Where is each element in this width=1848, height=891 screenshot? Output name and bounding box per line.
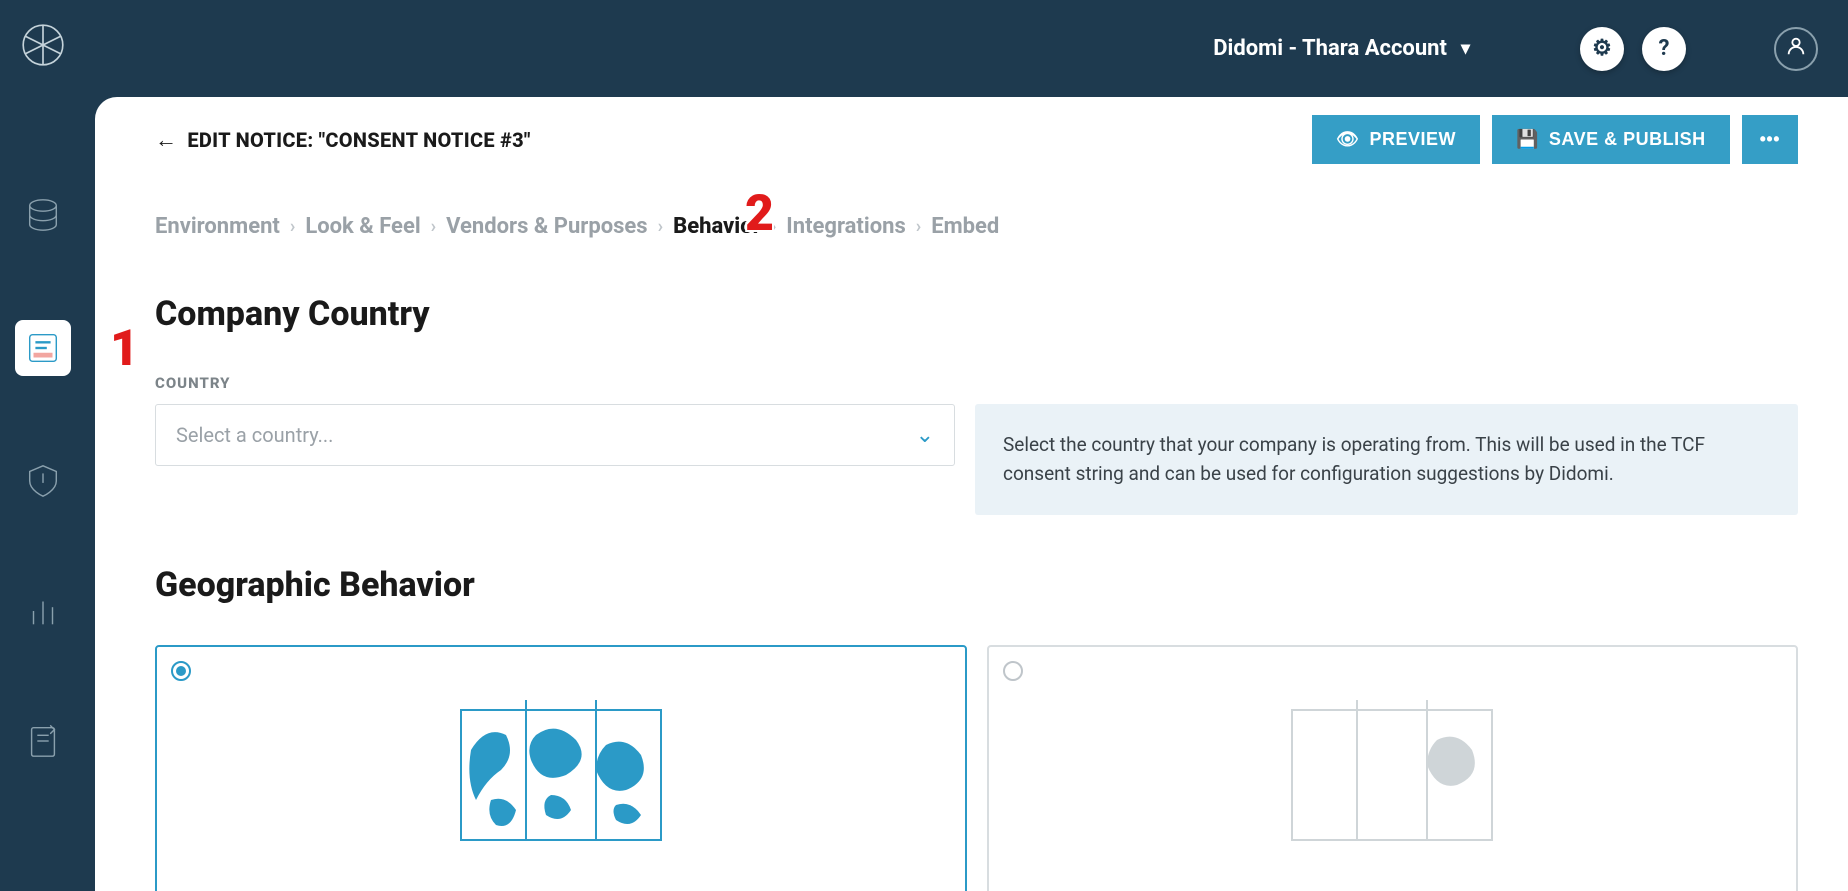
region-map-icon — [1282, 690, 1502, 850]
world-map-icon — [451, 690, 671, 850]
preview-label: PREVIEW — [1369, 129, 1456, 150]
profile-button[interactable] — [1774, 27, 1818, 71]
breadcrumbs: Environment › Look & Feel › Vendors & Pu… — [155, 214, 1798, 239]
crumb-embed[interactable]: Embed — [931, 214, 999, 239]
help-icon: ? — [1659, 36, 1670, 61]
chevron-right-icon: › — [916, 216, 921, 237]
country-row: Select a country... ⌄ Select the country… — [155, 404, 1798, 515]
country-help-text: Select the country that your company is … — [1003, 433, 1705, 485]
more-button[interactable]: ••• — [1742, 115, 1798, 164]
settings-button[interactable]: ⚙ — [1580, 27, 1624, 71]
geo-behavior-options — [155, 645, 1798, 891]
crumb-behavior[interactable]: Behavior — [673, 214, 761, 239]
geo-option-regional[interactable] — [987, 645, 1799, 891]
crumb-environment[interactable]: Environment — [155, 214, 280, 239]
main-panel: ← EDIT NOTICE: "CONSENT NOTICE #3" 👁 PRE… — [95, 97, 1848, 891]
topbar-icons: ⚙ ? — [1580, 27, 1818, 71]
sidebar-item-privacy[interactable] — [18, 456, 68, 506]
country-placeholder: Select a country... — [176, 423, 333, 447]
company-country-heading: Company Country — [155, 294, 1798, 334]
radio-icon — [1003, 661, 1023, 681]
action-buttons: 👁 PREVIEW 💾 SAVE & PUBLISH ••• — [1312, 115, 1798, 164]
preview-button[interactable]: 👁 PREVIEW — [1312, 115, 1480, 164]
ellipsis-icon: ••• — [1760, 129, 1780, 150]
country-field-label: COUNTRY — [155, 374, 1798, 392]
geo-behavior-heading: Geographic Behavior — [155, 565, 1798, 605]
account-switcher[interactable]: Didomi - Thara Account ▾ — [1213, 36, 1470, 61]
sidebar-item-notices[interactable] — [15, 320, 71, 376]
account-label: Didomi - Thara Account — [1213, 36, 1447, 61]
logo-icon[interactable] — [18, 20, 68, 70]
gear-icon: ⚙ — [1592, 36, 1612, 61]
crumb-look-feel[interactable]: Look & Feel — [305, 214, 420, 239]
topbar: Didomi - Thara Account ▾ ⚙ ? — [0, 0, 1848, 97]
eye-icon: 👁 — [1336, 129, 1359, 150]
country-select[interactable]: Select a country... ⌄ — [155, 404, 955, 466]
crumb-vendors[interactable]: Vendors & Purposes — [446, 214, 648, 239]
chevron-right-icon: › — [658, 216, 663, 237]
chevron-right-icon: › — [290, 216, 295, 237]
chevron-right-icon: › — [431, 216, 436, 237]
back-arrow-icon[interactable]: ← — [155, 127, 177, 153]
save-label: SAVE & PUBLISH — [1549, 129, 1706, 150]
help-button[interactable]: ? — [1642, 27, 1686, 71]
radio-icon — [171, 661, 191, 681]
page-header: ← EDIT NOTICE: "CONSENT NOTICE #3" 👁 PRE… — [155, 115, 1798, 164]
chevron-down-icon: ▾ — [1461, 38, 1470, 59]
page-title: EDIT NOTICE: "CONSENT NOTICE #3" — [187, 128, 530, 152]
sidebar-item-compliance[interactable] — [18, 716, 68, 766]
save-icon: 💾 — [1516, 129, 1539, 150]
user-icon — [1785, 35, 1807, 63]
save-publish-button[interactable]: 💾 SAVE & PUBLISH — [1492, 115, 1730, 164]
sidebar — [0, 0, 85, 891]
geo-option-worldwide[interactable] — [155, 645, 967, 891]
page-title-wrap: ← EDIT NOTICE: "CONSENT NOTICE #3" — [155, 127, 531, 153]
chevron-right-icon: › — [771, 216, 776, 237]
sidebar-item-data[interactable] — [18, 190, 68, 240]
country-help-panel: Select the country that your company is … — [975, 404, 1798, 515]
crumb-integrations[interactable]: Integrations — [786, 214, 905, 239]
chevron-down-icon: ⌄ — [916, 423, 934, 448]
sidebar-item-analytics[interactable] — [18, 586, 68, 636]
